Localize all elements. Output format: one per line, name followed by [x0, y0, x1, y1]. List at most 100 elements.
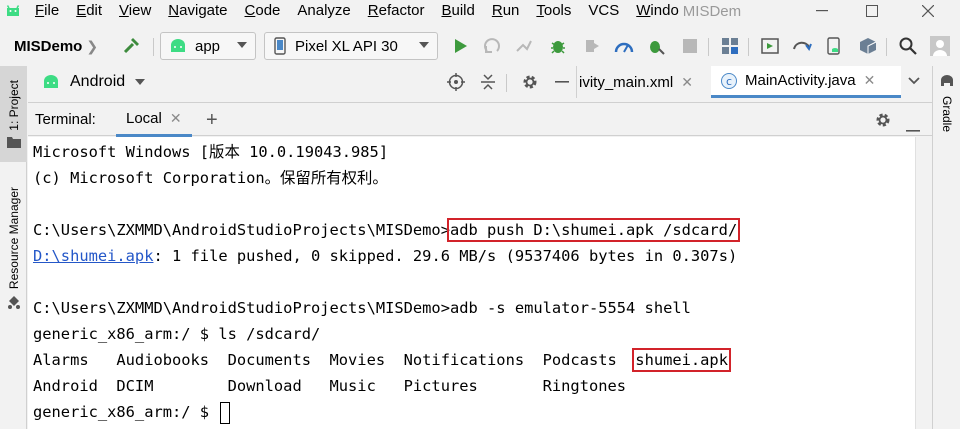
menu-edit[interactable]: Edit [67, 0, 110, 22]
toolbar-separator [748, 38, 749, 56]
svg-text:c: c [726, 75, 732, 88]
chevron-down-icon [237, 42, 247, 48]
menu-view[interactable]: View [110, 0, 159, 22]
terminal-prompt: C:\Users\ZXMMD\AndroidStudioProjects\MIS… [33, 221, 450, 239]
coverage-icon[interactable] [582, 36, 602, 56]
attach-debugger-icon[interactable] [646, 36, 666, 56]
menu-build[interactable]: Build [432, 0, 482, 22]
ide-window: File Edit View Navigate Code Analyze Ref… [0, 0, 960, 429]
run-icon[interactable] [450, 36, 470, 56]
device-label: Pixel XL API 30 [295, 37, 398, 55]
resource-manager-icon [7, 296, 20, 310]
menu-run[interactable]: Run [483, 0, 528, 22]
run-config-label: app [195, 37, 221, 55]
terminal-header: Terminal: Local ✕ + [28, 102, 932, 137]
sdk-manager-icon[interactable] [858, 36, 878, 56]
gear-icon[interactable] [874, 111, 892, 133]
stop-icon[interactable] [680, 36, 700, 56]
chevron-right-icon: ❯ [86, 37, 99, 54]
toolbar-separator [708, 38, 709, 56]
avd-manager-icon[interactable] [824, 36, 844, 56]
locate-icon[interactable] [446, 72, 466, 92]
hide-panel-icon[interactable] [552, 72, 572, 92]
gradle-elephant-icon [939, 74, 955, 93]
editor-tabs: ivity_main.xml ✕ c MainActivity.java ✕ [576, 66, 932, 98]
tab-activity-main-xml[interactable]: ivity_main.xml ✕ [579, 66, 707, 98]
close-window-icon[interactable] [906, 0, 950, 22]
chevron-down-icon[interactable] [907, 74, 921, 93]
tool-tab-resource-manager-label: Resource Manager [6, 186, 21, 290]
terminal-tab-label: Local [126, 110, 162, 127]
menu-code[interactable]: Code [236, 0, 289, 22]
apply-code-changes-icon[interactable] [514, 36, 534, 56]
close-icon[interactable]: ✕ [864, 72, 876, 89]
terminal-line: Android DCIM Download Music Pictures Rin… [33, 377, 627, 395]
menu-navigate[interactable]: Navigate [159, 0, 235, 22]
phone-icon [274, 37, 286, 55]
toolbar-separator [886, 38, 887, 56]
directory-listing: Alarms Audiobooks Documents Movies Notif… [33, 351, 636, 369]
menu-tools[interactable]: Tools [527, 0, 579, 22]
project-view-mode[interactable]: Android [70, 73, 125, 91]
search-icon[interactable] [898, 36, 918, 56]
close-icon[interactable]: ✕ [681, 74, 693, 91]
gear-icon[interactable] [520, 72, 540, 92]
folder-icon [6, 137, 21, 149]
terminal-scrollbar[interactable] [915, 137, 932, 429]
debug-icon[interactable] [548, 36, 568, 56]
tab-label: MainActivity.java [745, 72, 856, 89]
hide-panel-icon[interactable] [906, 119, 920, 136]
menu-file[interactable]: File [26, 0, 67, 22]
terminal-tab-local[interactable]: Local ✕ [116, 103, 192, 137]
project-structure-icon[interactable] [720, 36, 740, 56]
user-avatar-icon[interactable] [930, 36, 950, 56]
terminal-line: (c) Microsoft Corporation。保留所有权利。 [33, 169, 388, 187]
chevron-down-icon[interactable] [135, 79, 146, 85]
file-path-link[interactable]: D:\shumei.apk [33, 247, 153, 265]
run-config-select[interactable]: app [160, 32, 256, 60]
tool-tab-project-label: 1: Project [6, 79, 21, 131]
profile-icon[interactable] [614, 36, 634, 56]
android-studio-logo-icon [0, 0, 26, 22]
terminal-line: C:\Users\ZXMMD\AndroidStudioProjects\MIS… [33, 299, 691, 317]
gradle-sync-icon[interactable] [792, 36, 812, 56]
tool-tab-resource-manager[interactable]: Resource Manager [0, 178, 27, 318]
add-terminal-icon[interactable]: + [206, 109, 218, 132]
terminal-output[interactable]: Microsoft Windows [版本 10.0.19043.985] (c… [28, 137, 915, 429]
menu-vcs[interactable]: VCS [579, 0, 627, 22]
tab-label: ivity_main.xml [579, 73, 674, 91]
push-result-text: : 1 file pushed, 0 skipped. 29.6 MB/s (9… [153, 247, 738, 265]
highlighted-command: adb push D:\shumei.apk /sdcard/ [446, 218, 741, 242]
maximize-icon[interactable] [850, 0, 894, 22]
android-icon [44, 75, 58, 88]
terminal-line: generic_x86_arm:/ $ ls /sdcard/ [33, 325, 321, 343]
project-breadcrumb[interactable]: MISDemo [0, 38, 82, 55]
tool-tab-project[interactable]: 1: Project [0, 66, 27, 162]
chevron-down-icon [419, 42, 429, 48]
tool-tab-gradle-label[interactable]: Gradle [940, 96, 954, 132]
toolbar-separator [506, 74, 507, 92]
hammer-icon[interactable] [122, 36, 142, 56]
main-toolbar: MISDemo ❯ [0, 30, 960, 62]
tab-main-activity-java[interactable]: c MainActivity.java ✕ [711, 66, 901, 98]
terminal-line: C:\Users\ZXMMD\AndroidStudioProjects\MIS… [33, 217, 741, 243]
device-select[interactable]: Pixel XL API 30 [264, 32, 438, 60]
toolbar-separator [153, 38, 154, 56]
terminal-line: Alarms Audiobooks Documents Movies Notif… [33, 347, 731, 373]
apply-changes-restart-icon[interactable] [482, 36, 502, 56]
terminal-prompt: generic_x86_arm:/ $ [33, 403, 219, 421]
run-anything-icon[interactable] [760, 36, 780, 56]
collapse-all-icon[interactable] [478, 72, 498, 92]
minimize-icon[interactable] [800, 0, 844, 22]
menu-analyze[interactable]: Analyze [288, 0, 358, 22]
highlighted-file: shumei.apk [632, 348, 731, 372]
terminal-line: generic_x86_arm:/ $ [33, 399, 231, 425]
left-tool-strip: 1: Project Resource Manager [0, 66, 27, 429]
right-tool-strip: Gradle [932, 66, 960, 429]
close-icon[interactable]: ✕ [170, 110, 182, 127]
menu-window[interactable]: Windo [627, 0, 679, 22]
android-icon [171, 39, 185, 52]
window-title: MISDem [682, 2, 742, 20]
menu-refactor[interactable]: Refactor [359, 0, 433, 22]
terminal-line: D:\shumei.apk: 1 file pushed, 0 skipped.… [33, 243, 737, 269]
